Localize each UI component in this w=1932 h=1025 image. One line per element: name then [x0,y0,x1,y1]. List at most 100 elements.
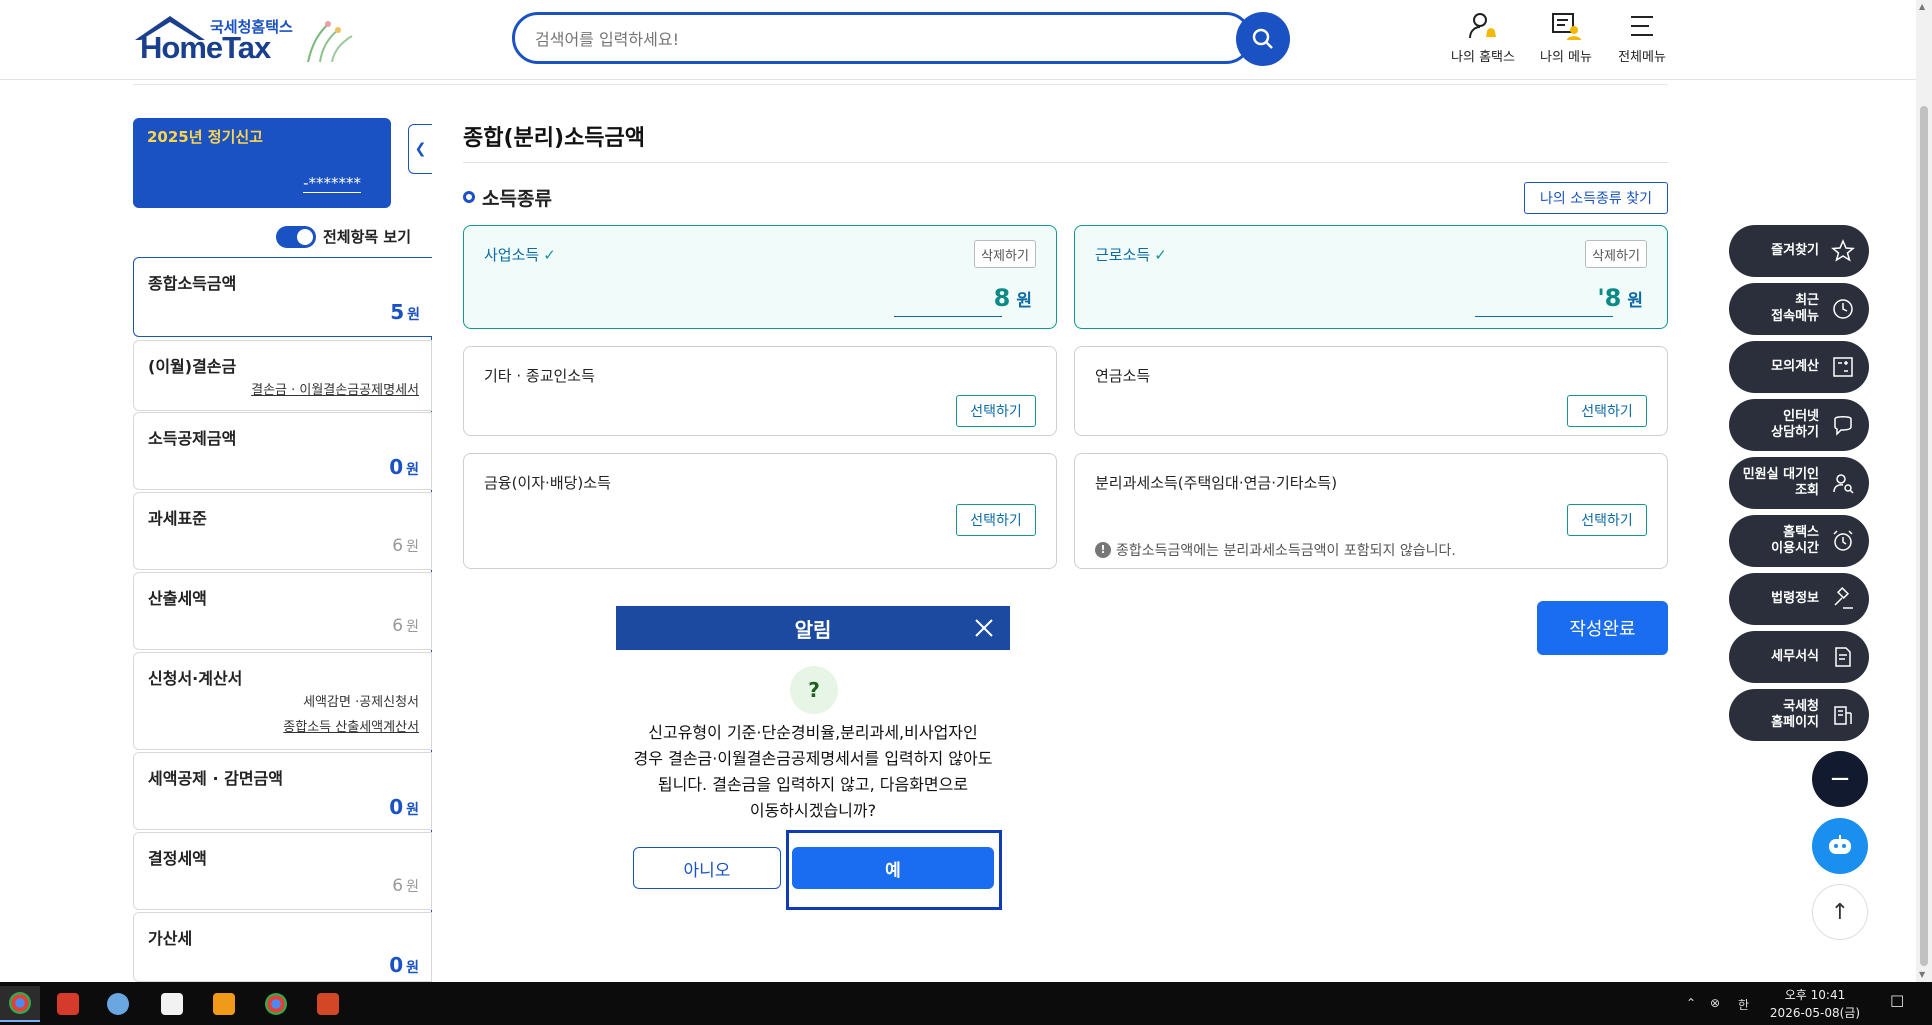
nav-item-value: 5원 [390,300,420,324]
show-all-toggle[interactable] [276,226,316,248]
logo-text[interactable]: HomeTax [140,30,271,66]
question-icon: ? [790,666,838,714]
taskbar-chrome-active[interactable] [0,986,40,1022]
scroll-to-top-button[interactable]: ↑ [1812,884,1868,940]
find-income-type-button[interactable]: 나의 소득종류 찾기 [1524,182,1668,214]
nav-item-tax-credits[interactable]: 세액공제 · 감면금액 0원 [133,752,432,830]
tray-chevron-up-icon[interactable]: ⌃ [1686,996,1696,1010]
search-box [512,12,1252,64]
select-button[interactable]: 선택하기 [956,395,1036,427]
full-menu-link[interactable]: 전체메뉴 [1602,10,1682,65]
quick-menu-forms[interactable]: 세무서식 [1729,631,1869,683]
taskbar-app-sublime[interactable] [204,986,244,1022]
nav-item-tax-base[interactable]: 과세표준 6원 [133,492,432,570]
collapse-quick-menu-button[interactable]: − [1812,751,1868,807]
nav-item-loss[interactable]: (이월)결손금 결손금 · 이월결손금공제명세서 [133,340,432,411]
nav-item-determined-tax[interactable]: 결정세액 6원 [133,832,432,910]
reduction-application-link[interactable]: 세액감면 ·공제신청서 [303,691,419,710]
nav-item-calculated-tax[interactable]: 산출세액 6원 [133,572,432,650]
quick-menu-simulation[interactable]: 모의계산 [1729,341,1869,393]
nav-item-label: 신청서·계산서 [148,669,243,688]
select-button[interactable]: 선택하기 [1567,395,1647,427]
tray-network-icon[interactable]: ⊗ [1710,996,1720,1010]
quick-menu-hours[interactable]: 홈택스 이용시간 [1729,515,1869,567]
check-icon: ✓ [1154,246,1167,264]
nav-item-label: 과세표준 [148,509,207,528]
chatbot-button[interactable] [1812,818,1868,874]
check-icon: ✓ [543,246,556,264]
title-divider [463,162,1668,163]
nav-item-label: 소득공제금액 [148,429,237,448]
taskbar-app-files[interactable] [152,986,192,1022]
card-label: 사업소득 ✓ [484,246,556,264]
full-menu-label: 전체메뉴 [1618,50,1666,65]
notification-icon[interactable]: ☐ [1890,992,1904,1011]
nav-item-label: 산출세액 [148,589,207,608]
card-separate-taxation-income[interactable]: 분리과세소득(주택임대·연금·기타소득) 선택하기 ! 종합소득금액에는 분리과세… [1074,453,1668,569]
quick-menu-waiting[interactable]: 민원실 대기인 조회 [1729,457,1869,509]
nav-item-value: 6원 [392,876,419,896]
my-menu-label: 나의 메뉴 [1540,50,1592,65]
scroll-up-arrow-icon[interactable]: ▲ [1919,2,1925,11]
taskbar-app-paint[interactable] [98,986,138,1022]
card-amount: '8 원 [1597,284,1643,312]
quick-menu-recent[interactable]: 최근 접속메뉴 [1729,283,1869,335]
sublime-app-icon [213,993,235,1015]
scroll-down-arrow-icon[interactable]: ▼ [1919,970,1925,979]
select-button[interactable]: 선택하기 [956,504,1036,536]
quick-menu-favorites[interactable]: 즐겨찾기 [1729,225,1869,277]
my-hometax-link[interactable]: 나의 홈택스 [1443,10,1523,65]
nav-item-value: 6원 [392,536,419,556]
card-amount: 8원 [993,284,1032,312]
filing-summary-card: 2025년 정기신고 -******* [133,118,391,208]
loss-statement-link[interactable]: 결손금 · 이월결손금공제명세서 [251,379,419,398]
nav-item-value: 6원 [392,616,419,636]
collapse-panel-button[interactable]: ❮ [408,124,432,174]
nav-item-applications[interactable]: 신청서·계산서 세액감면 ·공제신청서 종합소득 산출세액계산서 [133,652,432,750]
select-button[interactable]: 선택하기 [1567,504,1647,536]
search-button[interactable] [1236,12,1290,66]
my-menu-link[interactable]: 나의 메뉴 [1526,10,1606,65]
menu-person-icon [1552,13,1581,40]
card-earned-income[interactable]: 근로소득 ✓ 삭제하기 '8 원 [1074,225,1668,329]
nav-item-income-deduction[interactable]: 소득공제금액 0원 [133,412,432,490]
nav-item-label: 가산세 [148,929,193,948]
card-label: 근로소득 ✓ [1095,246,1167,264]
alarm-icon [1833,530,1853,551]
scrollbar-thumb[interactable] [1920,106,1928,966]
system-clock[interactable]: 오후 10:41 2026-05-08(금) [1765,986,1865,1022]
delete-button[interactable]: 삭제하기 [1585,240,1647,268]
card-label: 분리과세소득(주택임대·연금·기타소득) [1095,474,1338,492]
quick-menu-consult[interactable]: 인터넷 상담하기 [1729,399,1869,451]
ime-indicator[interactable]: 한 [1738,996,1749,1013]
delete-button[interactable]: 삭제하기 [974,240,1036,268]
card-business-income[interactable]: 사업소득 ✓ 삭제하기 8원 [463,225,1057,329]
yes-button[interactable]: 예 [792,847,994,889]
chat-icon [1834,416,1852,436]
hamburger-icon [1631,16,1653,36]
no-button[interactable]: 아니오 [633,847,781,889]
search-input[interactable] [535,25,1175,53]
nav-item-total-income[interactable]: 종합소득금액 5원 [133,257,432,337]
my-hometax-label: 나의 홈택스 [1451,50,1515,65]
card-pension-income[interactable]: 연금소득 선택하기 [1074,346,1668,436]
nav-item-label: 결정세액 [148,849,207,868]
amount-underline [1475,316,1613,317]
card-label: 연금소득 [1095,367,1151,385]
alert-title: 알림 [794,617,832,642]
nav-item-penalty[interactable]: 가산세 0원 [133,912,432,982]
close-icon[interactable] [972,616,996,640]
taskbar-app-powerpoint[interactable] [308,986,348,1022]
tax-calculation-link[interactable]: 종합소득 산출세액계산서 [283,716,419,735]
card-financial-income[interactable]: 금융(이자·배당)소득 선택하기 [463,453,1057,569]
calculator-icon [1833,357,1853,377]
form-icon [1835,647,1851,667]
quick-menu-nts-homepage[interactable]: 국세청 홈페이지 [1729,689,1869,741]
quick-menu-law[interactable]: 법령정보 [1729,573,1869,625]
card-label: 금융(이자·배당)소득 [484,474,611,492]
card-other-religious-income[interactable]: 기타 · 종교인소득 선택하기 [463,346,1057,436]
complete-button[interactable]: 작성완료 [1537,601,1668,655]
taskbar-app-notes[interactable] [48,986,88,1022]
taskbar-app-chrome[interactable] [256,986,296,1022]
masked-id: -******* [303,174,361,193]
